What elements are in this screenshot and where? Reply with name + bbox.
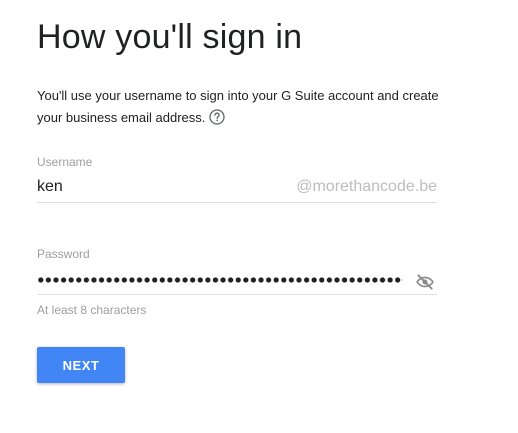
page-title: How you'll sign in <box>37 18 303 56</box>
username-label: Username <box>37 155 93 169</box>
help-icon[interactable] <box>209 109 226 125</box>
description-text: You'll use your username to sign into yo… <box>37 88 439 125</box>
description: You'll use your username to sign into yo… <box>37 85 447 129</box>
domain-suffix: @morethancode.be <box>296 178 437 195</box>
next-button[interactable]: NEXT <box>37 347 125 383</box>
password-label: Password <box>37 247 90 261</box>
password-input[interactable] <box>37 268 437 295</box>
password-hint: At least 8 characters <box>37 303 147 317</box>
eye-off-icon[interactable] <box>415 272 435 292</box>
username-value: ken <box>37 178 63 195</box>
password-masked-value <box>37 276 403 284</box>
username-input[interactable]: ken @morethancode.be <box>37 176 437 203</box>
